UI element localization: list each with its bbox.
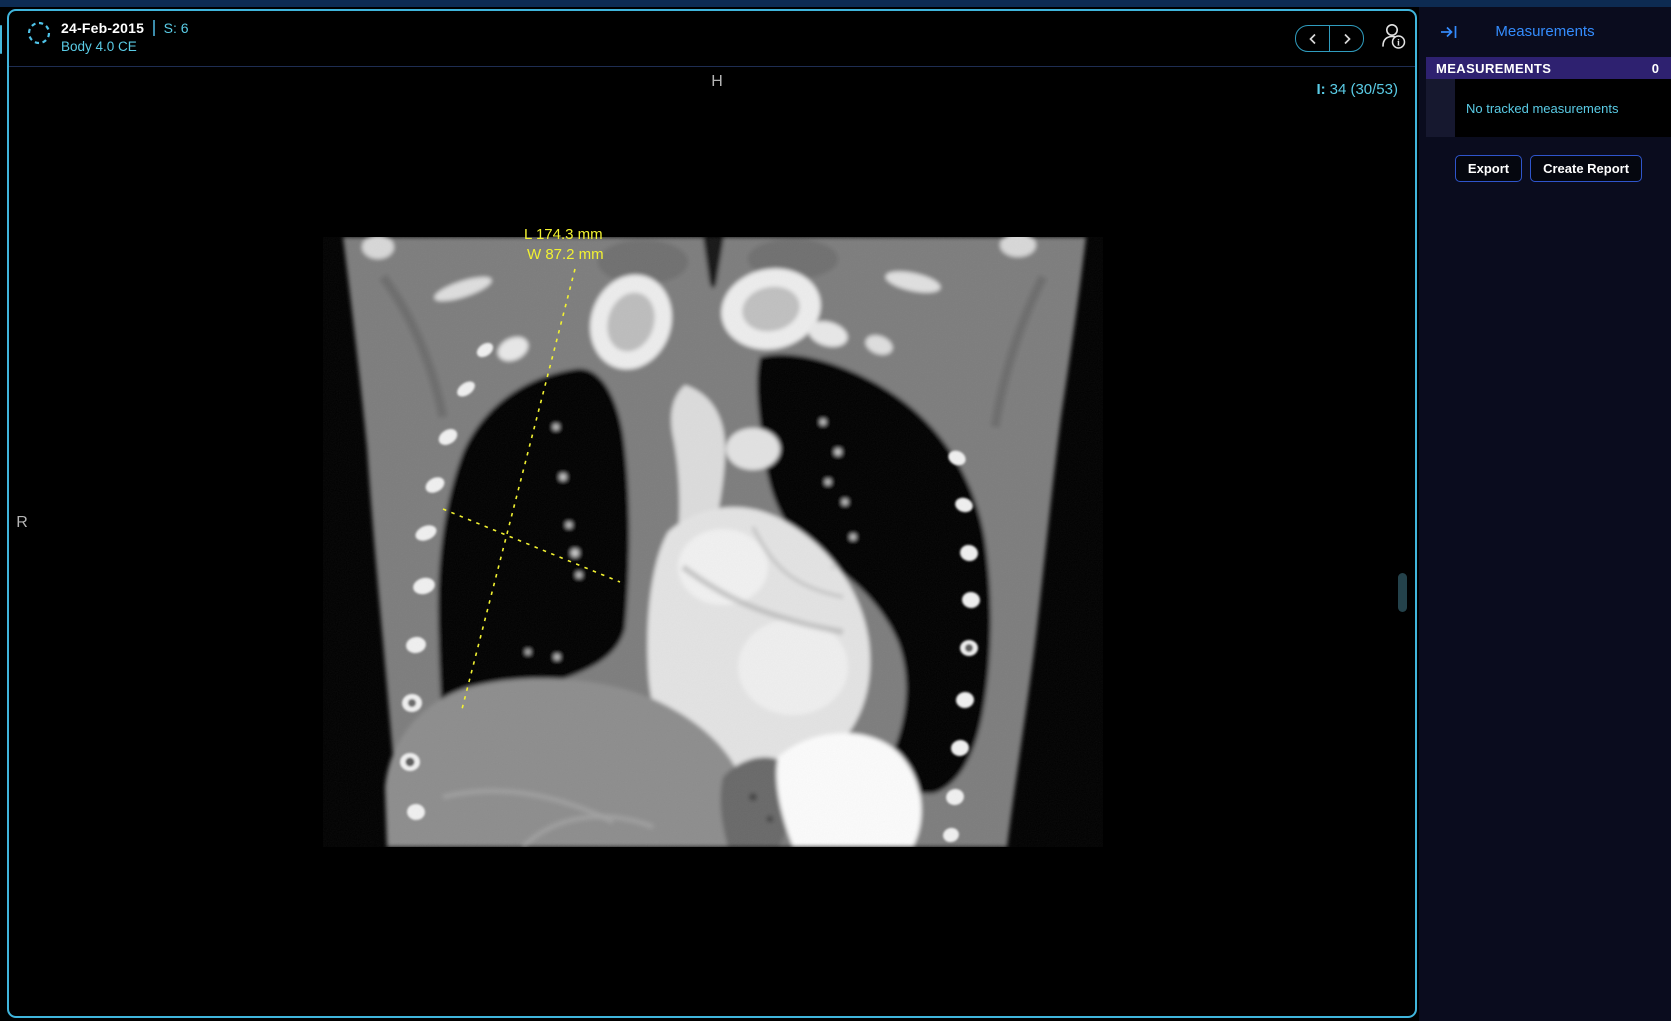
patient-info-icon[interactable]: i bbox=[1379, 22, 1407, 50]
viewport[interactable]: L 174.3 mm W 87.2 mm 24-Feb-2015 S: 6 Bo… bbox=[7, 9, 1417, 1018]
app-window: L 174.3 mm W 87.2 mm 24-Feb-2015 S: 6 Bo… bbox=[0, 0, 1671, 1021]
left-panel-edge[interactable] bbox=[0, 25, 2, 54]
series-description: Body 4.0 CE bbox=[61, 39, 189, 54]
image-scrollbar-thumb[interactable] bbox=[1398, 573, 1407, 612]
series-number: S: 6 bbox=[164, 20, 189, 36]
panel-actions: Export Create Report bbox=[1426, 155, 1671, 182]
image-slice-label: I: bbox=[1316, 81, 1325, 98]
orientation-marker-top: H bbox=[706, 73, 728, 91]
measurement-list-empty-row: No tracked measurements bbox=[1426, 79, 1671, 137]
info-glyph: i bbox=[1397, 38, 1400, 48]
series-pagination bbox=[1295, 25, 1364, 52]
tracking-status-icon[interactable] bbox=[27, 21, 51, 45]
export-button[interactable]: Export bbox=[1455, 155, 1522, 182]
section-header-label: MEASUREMENTS bbox=[1436, 61, 1551, 76]
viewport-header: 24-Feb-2015 S: 6 Body 4.0 CE bbox=[9, 11, 1415, 67]
image-slice-value: 34 (30/53) bbox=[1330, 81, 1398, 98]
divider bbox=[153, 20, 155, 36]
orientation-marker-left: R bbox=[13, 514, 31, 532]
study-date: 24-Feb-2015 bbox=[61, 20, 144, 36]
create-report-button[interactable]: Create Report bbox=[1530, 155, 1642, 182]
top-toolbar-edge bbox=[0, 0, 1671, 7]
previous-series-button[interactable] bbox=[1296, 26, 1329, 51]
panel-title: Measurements bbox=[1419, 23, 1671, 40]
next-series-button[interactable] bbox=[1329, 26, 1363, 51]
chevron-left-icon bbox=[1308, 33, 1318, 45]
measurements-panel: Measurements MEASUREMENTS 0 No tracked m… bbox=[1419, 7, 1671, 1021]
measurement-count-badge: 0 bbox=[1652, 61, 1659, 76]
ct-image[interactable] bbox=[323, 237, 1103, 847]
measurement-index-cell bbox=[1426, 79, 1455, 137]
panel-header: Measurements bbox=[1419, 7, 1671, 57]
empty-measurements-message: No tracked measurements bbox=[1466, 101, 1618, 116]
chevron-right-icon bbox=[1342, 33, 1352, 45]
image-slice-indicator: I: 34 (30/53) bbox=[1316, 81, 1398, 98]
measurements-section-header[interactable]: MEASUREMENTS 0 bbox=[1426, 57, 1671, 79]
